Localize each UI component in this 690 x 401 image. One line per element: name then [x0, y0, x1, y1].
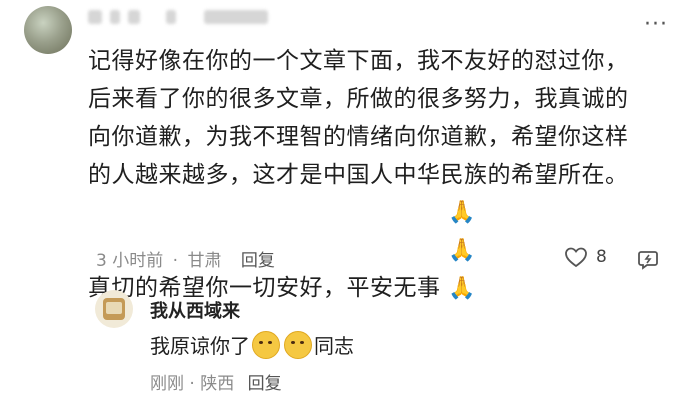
like-count: 8 — [596, 247, 607, 267]
reply-text-before: 我原谅你了 — [150, 334, 250, 358]
smirk-emoji-icon — [252, 330, 280, 359]
comment-line: 向你道歉，为我不理智的情绪向你道歉，希望你这样 — [88, 124, 629, 150]
reply-text: 我原谅你了 同志 — [150, 330, 354, 359]
reply-location: 陕西 — [200, 374, 235, 394]
commenter-name-blurred — [88, 6, 278, 28]
comment-time: 3 小时前 — [96, 251, 164, 271]
reply-text-after: 同志 — [314, 334, 354, 358]
pray-emoji-icon: 🙏🙏🙏 — [448, 200, 477, 301]
heart-outline-icon — [565, 247, 587, 268]
reply-username[interactable]: 我从西域来 — [150, 297, 240, 323]
comment-line: 记得好像在你的一个文章下面，我不友好的怼过你， — [88, 48, 629, 74]
share-icon — [638, 251, 658, 270]
reply-time: 刚刚 — [150, 374, 184, 394]
comment-meta: 3 小时前 · 甘肃 回复 — [96, 246, 279, 271]
comment-line-text: 真切的希望你一切安好，平安无事 — [88, 275, 441, 301]
meta-separator: · — [189, 374, 195, 394]
reply-button[interactable]: 回复 — [241, 251, 275, 271]
reply-avatar[interactable] — [95, 290, 133, 328]
meta-separator: · — [172, 251, 179, 271]
comment-line: 的人越来越多，这才是中国人中华民族的希望所在。 — [88, 162, 629, 188]
share-button[interactable] — [636, 248, 660, 272]
reply-meta: 刚刚 · 陕西 回复 — [150, 369, 282, 394]
like-button[interactable]: 8 — [564, 246, 607, 268]
thinking-emoji-icon — [284, 330, 312, 359]
more-dots-icon[interactable]: ··· — [644, 12, 668, 37]
avatar-shape — [106, 302, 122, 314]
commenter-avatar[interactable] — [24, 6, 72, 54]
comment-line: 后来看了你的很多文章，所做的很多努力，我真诚的 — [88, 86, 629, 112]
reply-button[interactable]: 回复 — [248, 374, 282, 394]
comment-location: 甘肃 — [187, 251, 222, 271]
